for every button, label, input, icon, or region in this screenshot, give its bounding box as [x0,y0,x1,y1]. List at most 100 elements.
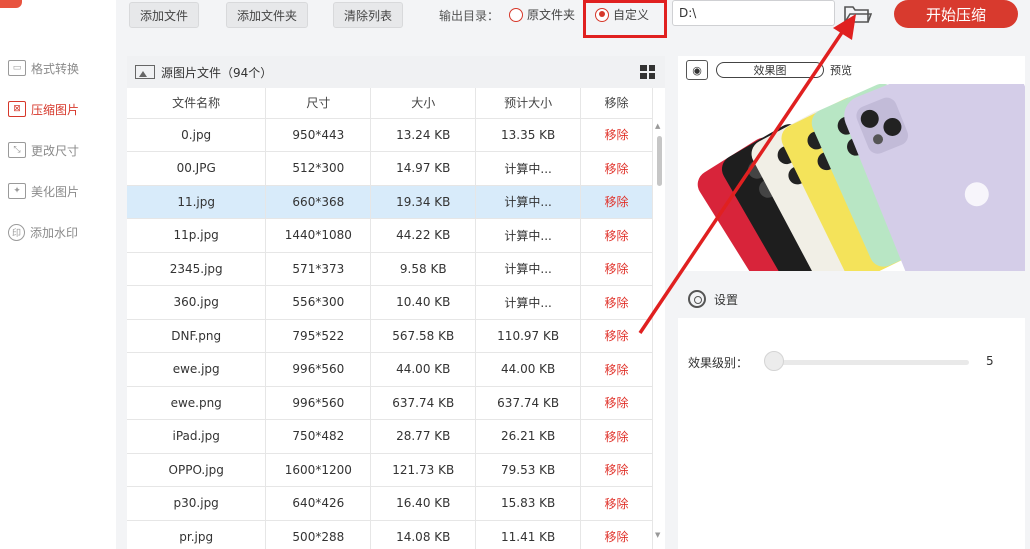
file-table: 文件名称 尺寸 大小 预计大小 移除 0.jpg 950*443 13.24 KB 1… [127,88,653,549]
cell-filesize: 637.74 KB [370,386,477,420]
cell-dimensions: 640*426 [265,486,372,521]
cell-estimated-size: 26.21 KB [475,419,582,454]
clear-list-button[interactable]: 清除列表 [333,2,404,28]
table-row[interactable]: p30.jpg 640*426 16.40 KB 15.83 KB 移除 [127,486,653,521]
remove-link[interactable]: 移除 [580,486,653,521]
effect-toggle[interactable]: 效果图 [716,62,824,78]
remove-link[interactable]: 移除 [580,352,653,387]
table-row[interactable]: 360.jpg 556*300 10.40 KB 计算中... 移除 [127,285,653,320]
cell-estimated-size: 计算中... [475,218,582,253]
table-row[interactable]: 0.jpg 950*443 13.24 KB 13.35 KB 移除 [127,118,653,152]
main-panel: 添加文件 添加文件夹 清除列表 输出目录： 原文件夹 自定义 开始压缩 源图片文… [116,0,1030,549]
cell-filesize: 14.97 KB [370,151,477,186]
cell-estimated-size: 计算中... [475,252,582,286]
cell-estimated-size: 13.35 KB [475,118,582,152]
watermark-icon: 印 [8,223,25,241]
radio-original-label: 原文件夹 [527,8,576,22]
sidebar-item-resize[interactable]: ⤡ 更改尺寸 [8,138,112,162]
sidebar-item-label: 美化图片 [31,184,80,199]
remove-link[interactable]: 移除 [580,185,653,219]
cell-filesize: 28.77 KB [370,419,477,454]
table-row-selected[interactable]: 11.jpg 660*368 19.34 KB 计算中... 移除 [127,185,653,219]
cell-estimated-size: 计算中... [475,151,582,186]
cell-dimensions: 996*560 [265,386,372,420]
remove-link[interactable]: 移除 [580,453,653,487]
remove-link[interactable]: 移除 [580,118,653,152]
cell-filename: ewe.jpg [127,352,267,387]
remove-link[interactable]: 移除 [580,386,653,420]
remove-link[interactable]: 移除 [580,252,653,286]
cell-filesize: 10.40 KB [370,285,477,320]
scroll-thumb[interactable] [657,136,662,186]
preview-image [678,84,1025,271]
table-row[interactable]: 2345.jpg 571*373 9.58 KB 计算中... 移除 [127,252,653,286]
cell-dimensions: 750*482 [265,419,372,454]
remove-link[interactable]: 移除 [580,218,653,253]
radio-dot [509,7,523,22]
cell-dimensions: 1440*1080 [265,218,372,253]
cell-dimensions: 950*443 [265,118,372,152]
col-header-size: 大小 [370,88,477,119]
cell-dimensions: 660*368 [265,185,372,219]
table-row[interactable]: 00.JPG 512*300 14.97 KB 计算中... 移除 [127,151,653,186]
cell-estimated-size: 637.74 KB [475,386,582,420]
cell-dimensions: 512*300 [265,151,372,186]
table-row[interactable]: DNF.png 795*522 567.58 KB 110.97 KB 移除 [127,319,653,353]
cell-filename: 0.jpg [127,118,267,152]
cell-filesize: 567.58 KB [370,319,477,353]
file-list-scrollbar[interactable]: ▲ ▼ [653,118,665,549]
remove-link[interactable]: 移除 [580,285,653,320]
beautify-icon: ✦ [8,183,26,199]
cell-filesize: 9.58 KB [370,252,477,286]
effect-level-slider[interactable] [774,360,969,365]
cell-filesize: 13.24 KB [370,118,477,152]
scroll-down-arrow-icon[interactable]: ▼ [655,531,660,539]
cell-estimated-size: 44.00 KB [475,352,582,387]
table-row[interactable]: ewe.png 996*560 637.74 KB 637.74 KB 移除 [127,386,653,420]
annotation-highlight-box [583,0,667,38]
sidebar-item-format-convert[interactable]: ▭ 格式转换 [8,56,112,80]
scroll-up-arrow-icon[interactable]: ▲ [655,122,660,130]
remove-link[interactable]: 移除 [580,151,653,186]
cell-filesize: 121.73 KB [370,453,477,487]
cell-filename: DNF.png [127,319,267,353]
table-row[interactable]: ewe.jpg 996*560 44.00 KB 44.00 KB 移除 [127,352,653,387]
table-row[interactable]: OPPO.jpg 1600*1200 121.73 KB 79.53 KB 移除 [127,453,653,487]
sidebar-item-watermark[interactable]: 印 添加水印 [8,220,112,244]
start-compress-button[interactable]: 开始压缩 [894,0,1018,28]
cell-filename: pr.jpg [127,520,267,549]
sidebar-item-label: 更改尺寸 [31,143,80,158]
sidebar-item-compress[interactable]: ⊠ 压缩图片 [8,97,112,121]
remove-link[interactable]: 移除 [580,319,653,353]
sidebar-item-label: 添加水印 [30,225,79,240]
effect-level-slider-knob[interactable] [764,351,784,371]
radio-original-folder[interactable]: 原文件夹 [509,6,575,23]
effect-level-label: 效果级别： [688,355,749,370]
app-logo [0,0,22,8]
cell-filename: 11.jpg [127,185,267,219]
col-header-estimated: 预计大小 [475,88,582,119]
col-header-remove: 移除 [580,88,653,119]
cell-dimensions: 1600*1200 [265,453,372,487]
sidebar-item-beautify[interactable]: ✦ 美化图片 [8,179,112,203]
settings-title: 设置 [714,292,739,307]
table-row[interactable]: 11p.jpg 1440*1080 44.22 KB 计算中... 移除 [127,218,653,253]
preview-link[interactable]: 预览 [830,62,852,78]
table-header-row: 文件名称 尺寸 大小 预计大小 移除 [127,88,653,119]
table-row[interactable]: iPad.jpg 750*482 28.77 KB 26.21 KB 移除 [127,419,653,454]
remove-link[interactable]: 移除 [580,520,653,549]
table-row[interactable]: pr.jpg 500*288 14.08 KB 11.41 KB 移除 [127,520,653,549]
add-folder-button[interactable]: 添加文件夹 [226,2,309,28]
cell-filename: OPPO.jpg [127,453,267,487]
cell-dimensions: 795*522 [265,319,372,353]
image-icon [135,65,155,79]
remove-link[interactable]: 移除 [580,419,653,454]
cell-filesize: 44.22 KB [370,218,477,253]
folder-icon[interactable] [842,2,873,26]
output-path-input[interactable] [672,0,835,26]
cell-estimated-size: 15.83 KB [475,486,582,521]
effect-toggle-label: 效果图 [753,64,787,77]
resize-icon: ⤡ [8,142,26,158]
grid-view-icon[interactable] [640,65,655,79]
add-file-button[interactable]: 添加文件 [129,2,200,28]
